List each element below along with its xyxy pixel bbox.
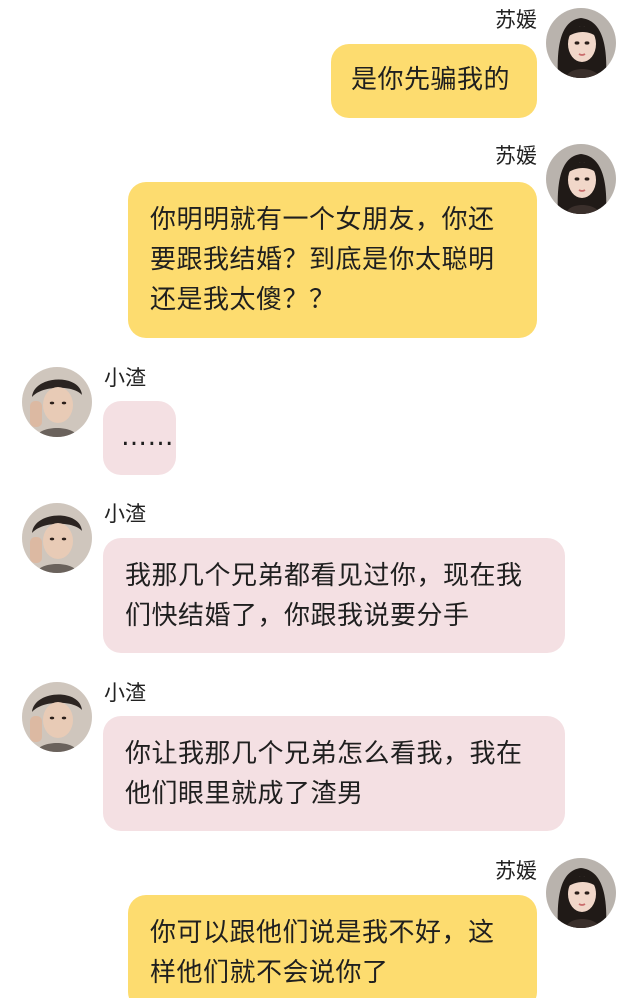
sender-name: 苏媛 (495, 859, 537, 883)
female-avatar-icon[interactable] (546, 8, 616, 78)
message-bubble[interactable]: 是你先骗我的 (331, 44, 537, 118)
sender-name: 小渣 (104, 366, 146, 390)
female-avatar-icon[interactable] (546, 858, 616, 928)
message-bubble[interactable]: 你让我那几个兄弟怎么看我，我在他们眼里就成了渣男 (103, 716, 565, 831)
sender-name: 小渣 (104, 681, 146, 705)
female-avatar-icon[interactable] (546, 144, 616, 214)
sender-name: 苏媛 (495, 144, 537, 168)
message-bubble[interactable]: 我那几个兄弟都看见过你，现在我们快结婚了，你跟我说要分手 (103, 538, 565, 653)
male-avatar-icon[interactable] (22, 682, 92, 752)
male-avatar-icon[interactable] (22, 367, 92, 437)
male-avatar-icon[interactable] (22, 503, 92, 573)
chat-window: 苏媛 是你先骗我的 苏媛 你明明就有一个女朋友，你还要跟我结婚？到底是你太聪明还… (0, 0, 640, 998)
message-bubble[interactable]: 你明明就有一个女朋友，你还要跟我结婚？到底是你太聪明还是我太傻？？ (128, 182, 537, 338)
sender-name: 小渣 (104, 502, 146, 526)
sender-name: 苏媛 (495, 8, 537, 32)
message-bubble[interactable]: 你可以跟他们说是我不好，这样他们就不会说你了 (128, 895, 537, 998)
message-bubble[interactable]: …… (103, 401, 176, 475)
